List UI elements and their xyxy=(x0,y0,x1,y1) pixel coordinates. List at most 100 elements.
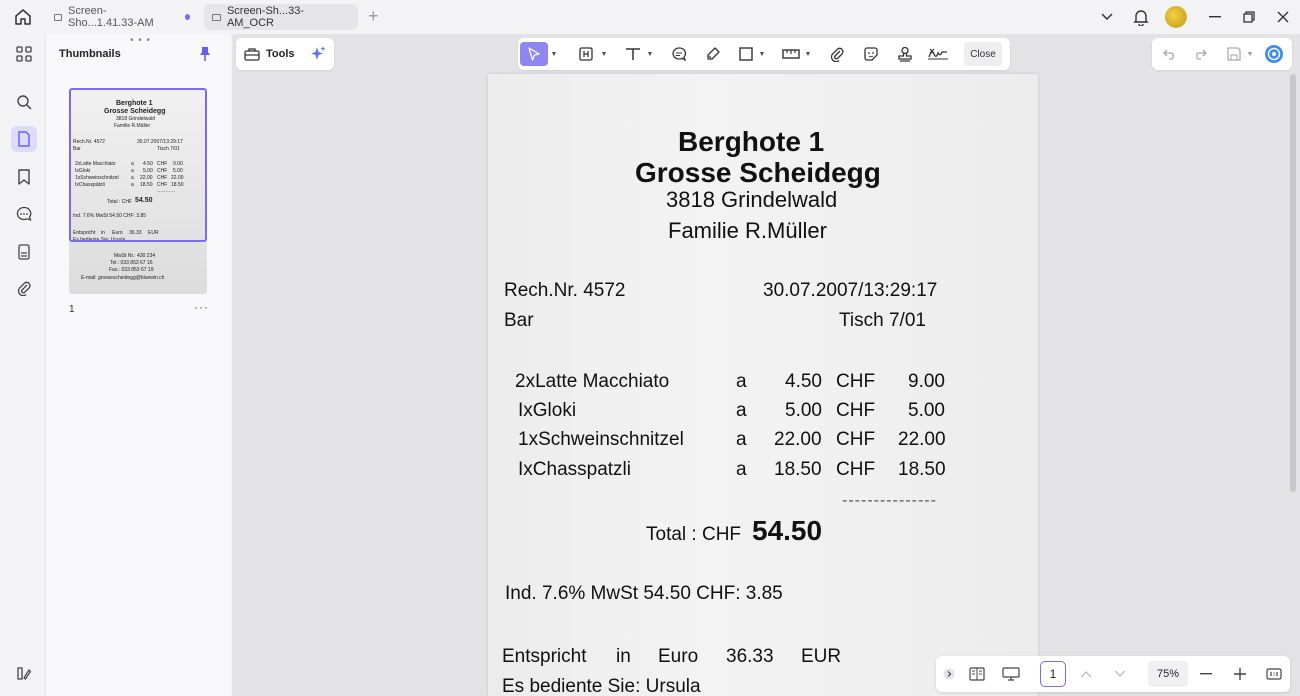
bookmark-icon[interactable] xyxy=(11,164,37,190)
total-label: Total : CHF xyxy=(646,524,742,545)
minimize-icon[interactable] xyxy=(1205,7,1225,27)
receipt-owner: Familie R.Müller xyxy=(668,218,827,243)
item-currency: CHF xyxy=(836,400,876,421)
title-bar: Screen-Sho...1.41.33-AM Screen-Sh...33-A… xyxy=(0,0,1300,34)
sidebar-toggle-icon[interactable] xyxy=(11,660,37,686)
thumbnail-page-number: 1 xyxy=(69,304,75,315)
page-navigation-bar: 1 75% xyxy=(936,656,1290,692)
euro-word-1: Entspricht xyxy=(502,646,587,667)
document-icon[interactable] xyxy=(11,239,37,265)
thumbnail-text: E-mail: grossescheidegg@bluewin.ch xyxy=(81,275,165,281)
measure-tool-icon[interactable] xyxy=(780,42,802,66)
page-layout-icon[interactable] xyxy=(966,664,988,684)
chevron-down-icon[interactable]: ▼ xyxy=(598,42,608,66)
item-total: 5.00 xyxy=(908,400,945,421)
receipt-table: Tisch 7/01 xyxy=(839,310,926,331)
page-icon[interactable] xyxy=(11,126,37,152)
vertical-scrollbar[interactable] xyxy=(1290,74,1296,492)
comment-tool-icon[interactable] xyxy=(668,42,690,66)
shape-tool-icon[interactable] xyxy=(736,42,756,66)
item-name: IxChasspatzli xyxy=(518,459,631,480)
tab-document-2[interactable]: Screen-Sh...33-AM_OCR xyxy=(204,4,358,30)
search-icon[interactable] xyxy=(11,89,37,115)
thumbnails-panel: • • • Thumbnails Berghote 1 Grosse Schei… xyxy=(45,34,230,696)
item-price: 5.00 xyxy=(785,400,822,421)
item-price: 18.50 xyxy=(774,459,822,480)
tools-label: Tools xyxy=(266,48,295,60)
receipt-heading-1: Berghote 1 xyxy=(678,126,825,157)
chevron-down-icon[interactable]: ▼ xyxy=(644,42,654,66)
comment-icon[interactable] xyxy=(11,201,37,227)
chevron-down-icon[interactable] xyxy=(1097,7,1117,27)
sticker-icon[interactable] xyxy=(860,42,882,66)
chevron-down-icon[interactable]: ▼ xyxy=(802,42,812,66)
actual-size-icon[interactable] xyxy=(1264,664,1284,684)
paperclip-icon[interactable] xyxy=(11,275,37,301)
new-tab-button[interactable]: + xyxy=(368,7,379,25)
save-icon[interactable] xyxy=(1224,42,1244,66)
zoom-level[interactable]: 75% xyxy=(1148,661,1188,687)
drag-handle-icon[interactable]: • • • xyxy=(130,35,151,46)
item-total: 22.00 xyxy=(898,429,946,450)
monitor-icon xyxy=(54,13,63,21)
select-tool-icon[interactable] xyxy=(520,42,548,66)
item-a: a xyxy=(736,371,747,392)
text-tool-icon[interactable] xyxy=(622,42,644,66)
receipt-divider: --------------- xyxy=(842,492,937,509)
close-toolbar-button[interactable]: Close xyxy=(964,42,1002,66)
euro-word-3: Euro xyxy=(658,646,699,667)
user-avatar[interactable] xyxy=(1165,6,1187,28)
page-thumbnail[interactable]: Berghote 1 Grosse Scheidegg 3818 Grindel… xyxy=(69,88,207,294)
zoom-out-icon[interactable] xyxy=(1198,664,1214,684)
receipt-address: 3818 Grindelwald xyxy=(666,187,838,212)
presentation-icon[interactable] xyxy=(1000,664,1022,684)
euro-amount: 36.33 xyxy=(726,646,774,667)
annotation-toolbar: ▼ ▼ ▼ ▼ ▼ Close xyxy=(518,38,1010,70)
item-a: a xyxy=(736,400,747,421)
previous-page-icon[interactable] xyxy=(1078,664,1094,684)
euro-word-2: in xyxy=(616,646,631,667)
item-currency: CHF xyxy=(836,429,876,450)
chevron-down-icon[interactable]: ▼ xyxy=(756,42,766,66)
thumbnail-selection xyxy=(69,88,207,242)
home-icon[interactable] xyxy=(12,7,34,27)
attachment-tool-icon[interactable] xyxy=(826,42,848,66)
redo-icon[interactable] xyxy=(1190,42,1210,66)
expand-icon[interactable] xyxy=(942,664,956,684)
unsaved-indicator xyxy=(184,14,190,20)
pin-icon[interactable] xyxy=(198,46,212,67)
left-rail xyxy=(4,34,44,696)
highlighter-icon[interactable] xyxy=(702,42,724,66)
chevron-down-icon[interactable]: ▼ xyxy=(1244,42,1254,66)
receipt-heading-2: Grosse Scheidegg xyxy=(635,157,881,188)
thumbnail-text: Fax.: 033 853 67 19 xyxy=(109,267,154,273)
tab-document-1[interactable]: Screen-Sho...1.41.33-AM xyxy=(46,4,198,30)
item-currency: CHF xyxy=(836,459,876,480)
more-options-icon[interactable]: ··· xyxy=(194,300,209,314)
item-total: 9.00 xyxy=(908,371,945,392)
vat-line: Ind. 7.6% MwSt 54.50 CHF: 3.85 xyxy=(505,583,783,604)
grid-icon[interactable] xyxy=(11,41,37,67)
item-name: IxGloki xyxy=(518,400,577,421)
next-page-icon[interactable] xyxy=(1112,664,1128,684)
edit-actions-box: ▼ xyxy=(1152,38,1292,70)
stamp-icon[interactable] xyxy=(894,42,916,66)
close-window-icon[interactable] xyxy=(1273,7,1293,27)
undo-icon[interactable] xyxy=(1160,42,1180,66)
text-box-tool-icon[interactable] xyxy=(576,42,596,66)
tab-label: Screen-Sho...1.41.33-AM xyxy=(68,5,154,29)
tab-label: Screen-Sh...33-AM_OCR xyxy=(226,5,304,29)
tools-button[interactable]: Tools xyxy=(236,38,334,70)
restore-icon[interactable] xyxy=(1239,7,1259,27)
item-name: 1xSchweinschnitzel xyxy=(518,429,684,450)
signature-icon[interactable] xyxy=(924,42,952,66)
chevron-down-icon[interactable]: ▼ xyxy=(548,42,558,66)
zoom-in-icon[interactable] xyxy=(1232,664,1248,684)
page-number-input[interactable]: 1 xyxy=(1040,661,1066,687)
item-currency: CHF xyxy=(836,371,876,392)
item-a: a xyxy=(736,429,747,450)
ai-assistant-icon[interactable] xyxy=(1262,42,1286,66)
euro-currency: EUR xyxy=(801,646,842,667)
ai-sparkle-icon[interactable] xyxy=(309,45,327,63)
bell-icon[interactable] xyxy=(1131,7,1151,27)
